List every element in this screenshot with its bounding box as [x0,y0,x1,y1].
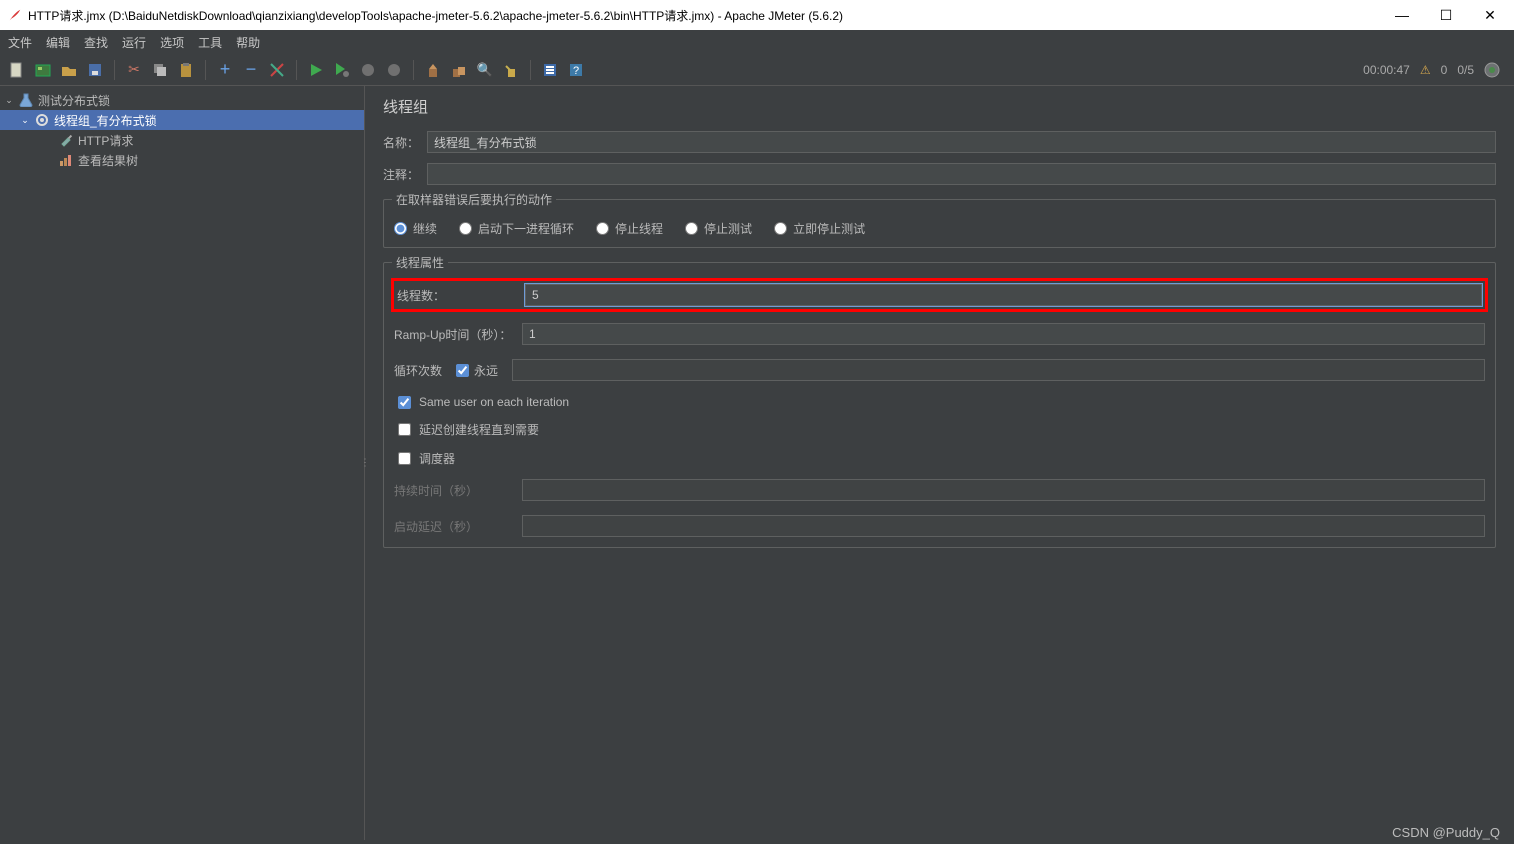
scheduler-checkbox[interactable]: 调度器 [398,450,455,467]
radio-continue-label: 继续 [413,220,437,237]
cut-icon[interactable]: ✂ [123,59,145,81]
beaker-icon [18,92,34,108]
caret-down-icon[interactable]: ⌄ [4,95,14,106]
reset-search-icon[interactable] [500,59,522,81]
gear-icon [34,112,50,128]
radio-stop-thread-label: 停止线程 [615,220,663,237]
delay-create-checkbox[interactable]: 延迟创建线程直到需要 [398,421,539,438]
new-icon[interactable] [6,59,28,81]
expand-icon[interactable]: + [214,59,236,81]
elapsed-time: 00:00:47 [1363,63,1410,77]
search-icon[interactable]: 🔍 [474,59,496,81]
menu-options[interactable]: 选项 [160,34,184,51]
highlight-box: 线程数： [391,278,1488,312]
app-icon [8,8,22,22]
menubar: 文件 编辑 查找 运行 选项 工具 帮助 [0,30,1514,54]
start-no-timers-icon[interactable] [331,59,353,81]
tree-http-label: HTTP请求 [78,132,133,149]
rampup-input[interactable] [522,323,1485,345]
radio-stop-test-label: 停止测试 [704,220,752,237]
comment-label: 注释： [383,166,427,183]
comment-input[interactable] [427,163,1496,185]
copy-icon[interactable] [149,59,171,81]
templates-icon[interactable] [32,59,54,81]
caret-down-icon[interactable]: ⌄ [20,115,30,126]
save-icon[interactable] [84,59,106,81]
startup-delay-input [522,515,1485,537]
error-action-group: 在取样器错误后要执行的动作 继续 启动下一进程循环 停止线程 停止测试 立即停止… [383,199,1496,248]
shutdown-icon[interactable] [383,59,405,81]
tree-results-tree[interactable]: 查看结果树 [0,150,364,170]
radio-stop-thread[interactable]: 停止线程 [596,220,663,237]
run-status-icon [1484,62,1500,78]
stop-icon[interactable] [357,59,379,81]
radio-stop-now-label: 立即停止测试 [793,220,865,237]
radio-continue[interactable]: 继续 [394,220,437,237]
loop-count-input [512,359,1485,381]
test-plan-tree[interactable]: ⌄ 测试分布式锁 ⌄ 线程组_有分布式锁 HTTP请求 查看结果树 ⋮ [0,86,365,840]
panel-title: 线程组 [383,96,1496,117]
help-icon[interactable]: ? [565,59,587,81]
clear-all-icon[interactable] [448,59,470,81]
menu-edit[interactable]: 编辑 [46,34,70,51]
tree-thread-group[interactable]: ⌄ 线程组_有分布式锁 [0,110,364,130]
same-user-checkbox[interactable]: Same user on each iteration [398,395,569,409]
delay-create-label: 延迟创建线程直到需要 [419,421,539,438]
radio-next-loop-label: 启动下一进程循环 [478,220,574,237]
duration-input [522,479,1485,501]
tree-thread-group-label: 线程组_有分布式锁 [54,112,157,129]
loop-label: 循环次数 [394,362,442,379]
tree-root[interactable]: ⌄ 测试分布式锁 [0,90,364,110]
forever-label: 永远 [474,362,498,379]
menu-search[interactable]: 查找 [84,34,108,51]
thread-count: 0/5 [1457,63,1474,77]
toggle-icon[interactable] [266,59,288,81]
name-input[interactable] [427,131,1496,153]
active-count: 0 [1441,63,1448,77]
titlebar: HTTP请求.jmx (D:\BaiduNetdiskDownload\qian… [0,0,1514,30]
function-helper-icon[interactable] [539,59,561,81]
error-action-legend: 在取样器错误后要执行的动作 [392,191,556,208]
toolbar: ✂ + − 🔍 ? 00:00:47 ⚠ 0 0/5 [0,54,1514,86]
collapse-icon[interactable]: − [240,59,262,81]
thread-props-legend: 线程属性 [392,254,448,271]
minimize-button[interactable]: — [1394,7,1410,23]
duration-label: 持续时间（秒） [394,482,522,499]
warning-icon[interactable]: ⚠ [1420,63,1431,77]
rampup-label: Ramp-Up时间（秒）： [394,326,522,343]
dropper-icon [58,132,74,148]
threads-input[interactable] [525,284,1482,306]
maximize-button[interactable]: ☐ [1438,7,1454,24]
start-icon[interactable] [305,59,327,81]
tree-results-label: 查看结果树 [78,152,138,169]
radio-stop-test[interactable]: 停止测试 [685,220,752,237]
menu-tools[interactable]: 工具 [198,34,222,51]
chart-icon [58,152,74,168]
scheduler-label: 调度器 [419,450,455,467]
close-button[interactable]: ✕ [1482,7,1498,24]
paste-icon[interactable] [175,59,197,81]
watermark: CSDN @Puddy_Q [1392,825,1500,840]
menu-file[interactable]: 文件 [8,34,32,51]
thread-props-group: 线程属性 线程数： Ramp-Up时间（秒）： 循环次数 永远 Same use… [383,262,1496,548]
clear-icon[interactable] [422,59,444,81]
startup-delay-label: 启动延迟（秒） [394,518,522,535]
tree-http-sampler[interactable]: HTTP请求 [0,130,364,150]
open-icon[interactable] [58,59,80,81]
editor-panel: 线程组 名称： 注释： 在取样器错误后要执行的动作 继续 启动下一进程循环 停止… [365,86,1514,840]
menu-run[interactable]: 运行 [122,34,146,51]
main-area: ⌄ 测试分布式锁 ⌄ 线程组_有分布式锁 HTTP请求 查看结果树 ⋮ 线程组 … [0,86,1514,840]
same-user-label: Same user on each iteration [419,395,569,409]
name-label: 名称： [383,134,427,151]
splitter-handle[interactable]: ⋮ [360,458,368,469]
forever-checkbox[interactable]: 永远 [456,362,498,379]
radio-next-loop[interactable]: 启动下一进程循环 [459,220,574,237]
svg-text:?: ? [573,65,579,77]
window-title: HTTP请求.jmx (D:\BaiduNetdiskDownload\qian… [28,7,843,24]
menu-help[interactable]: 帮助 [236,34,260,51]
tree-root-label: 测试分布式锁 [38,92,110,109]
threads-label: 线程数： [397,287,525,304]
radio-stop-now[interactable]: 立即停止测试 [774,220,865,237]
